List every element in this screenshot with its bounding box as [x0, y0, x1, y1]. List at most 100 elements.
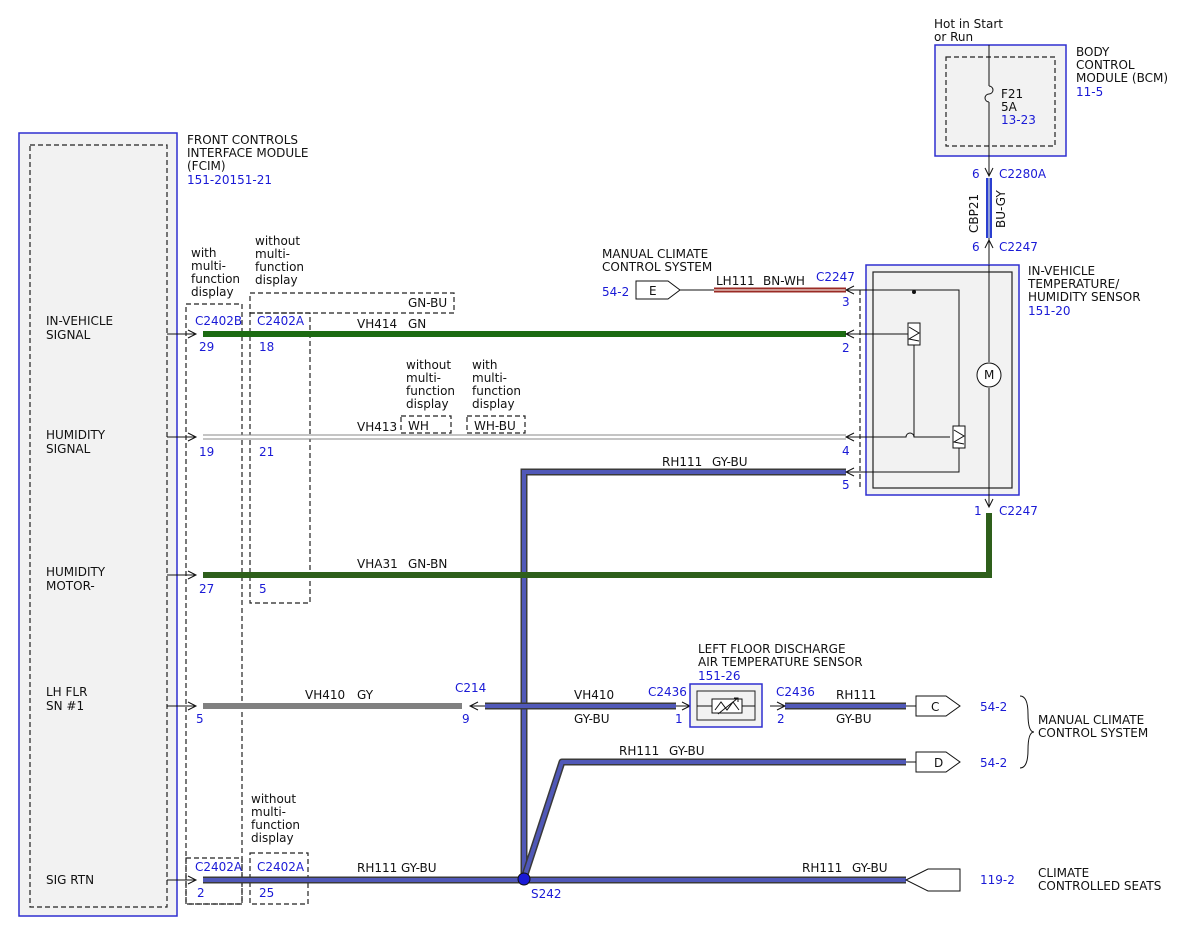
note-with-4: display	[191, 285, 234, 299]
pin-vh414-b: 29	[199, 340, 214, 354]
pin-vha31-a: 5	[259, 582, 267, 596]
brace-icon	[1019, 695, 1035, 769]
pin-label-lh-flr-2: SN #1	[46, 699, 84, 713]
sensor-title-2: TEMPERATURE/	[1027, 277, 1120, 291]
fcim-title-2: INTERFACE MODULE	[187, 146, 308, 160]
connector-c2436-left: C2436	[648, 685, 687, 699]
lfdat-ref: 151-26	[698, 669, 741, 683]
motor-symbol: M	[984, 368, 994, 382]
label-vh410-right-circuit: VH410	[574, 688, 614, 702]
pin-label-humidity-2: SIGNAL	[46, 442, 91, 456]
bcm-ref: 11-5	[1076, 85, 1103, 99]
label-rh111-bottom-circuit: RH111	[357, 861, 397, 875]
connector-c214: C214	[455, 681, 486, 695]
splice-label: S242	[531, 887, 562, 901]
flag-d-label: D	[934, 756, 943, 770]
fcim-title-3: (FCIM)	[187, 159, 226, 173]
note-without-3: function	[255, 260, 304, 274]
lfdat-arrow-left	[676, 701, 692, 711]
note-bottom-without-1: without	[251, 792, 296, 806]
note-with-2: multi-	[191, 259, 226, 273]
note-without-4: display	[255, 273, 298, 287]
wire-rh111-top-outline	[520, 468, 846, 878]
pin-vh413-a: 21	[259, 445, 274, 459]
sensor-pin-4: 4	[842, 444, 850, 458]
pin-label-humidity-1: HUMIDITY	[46, 428, 106, 442]
label-vh413-circuit: VH413	[357, 420, 397, 434]
sensor-junction	[912, 290, 916, 294]
pin-c2436-left: 1	[675, 712, 683, 726]
flag-seats	[904, 868, 961, 892]
cbp21-circuit: CBP21	[967, 194, 981, 233]
note-wh-with-3: function	[472, 384, 521, 398]
pin-c2247-top: 6	[972, 240, 980, 254]
label-vha31-color: GN-BN	[408, 557, 447, 571]
note-wh-without-2: multi-	[406, 371, 441, 385]
sensor-pin-2: 2	[842, 341, 850, 355]
lfdat-title-1: LEFT FLOOR DISCHARGE	[698, 642, 846, 656]
connector-c2247-lh: C2247	[816, 270, 855, 284]
flag-c-label: C	[931, 700, 939, 714]
label-vh410-color: GY	[357, 688, 374, 702]
pin-rh111-bottom-a: 2	[197, 886, 205, 900]
label-lh111-circuit: LH111	[716, 274, 755, 288]
sensor-ref: 151-20	[1028, 304, 1071, 318]
fcim-module-box	[18, 132, 178, 917]
fcim-title-1: FRONT CONTROLS	[187, 133, 298, 147]
cbp21-color: BU-GY	[994, 190, 1008, 228]
flag-d-ref: 54-2	[980, 756, 1007, 770]
label-vh414-circuit: VH414	[357, 317, 397, 331]
note-without-2: multi-	[255, 247, 290, 261]
sensor-title-3: HUMIDITY SENSOR	[1028, 290, 1141, 304]
fcim-ref: 151-20151-21	[187, 173, 272, 187]
label-vh410-right-color: GY-BU	[574, 712, 610, 726]
connector-c2402a-bottom-2: C2402A	[257, 860, 305, 874]
pin-vh414-a: 18	[259, 340, 274, 354]
connector-c2402b: C2402B	[195, 314, 242, 328]
pin-label-sig-rtn: SIG RTN	[46, 873, 94, 887]
note-wh-with-4: display	[472, 397, 515, 411]
bcm-title-1: BODY	[1076, 45, 1110, 59]
c2280a-arrow	[984, 156, 994, 178]
pin-vh410: 5	[196, 712, 204, 726]
note-with-1: with	[191, 246, 216, 260]
sensor-title-1: IN-VEHICLE	[1028, 264, 1095, 278]
note-bottom-without-2: multi-	[251, 805, 286, 819]
sensor-pin-5: 5	[842, 478, 850, 492]
label-rh111-seats-circuit: RH111	[802, 861, 842, 875]
fuse-rating: 5A	[1001, 100, 1018, 114]
flag-c-ref: 54-2	[980, 700, 1007, 714]
c2247-top-arrow	[984, 238, 994, 265]
connector-c2402a-bottom-1: C2402A	[195, 860, 243, 874]
label-rh111-d-color: GY-BU	[669, 744, 705, 758]
lfdat-sensor: LEFT FLOOR DISCHARGE AIR TEMPERATURE SEN…	[676, 642, 863, 728]
label-vh413-wh: WH	[408, 419, 429, 433]
bcm-title-2: CONTROL	[1076, 58, 1135, 72]
cbp21-feed: 6 C2280A CBP21 BU-GY 6 C2247	[967, 156, 1047, 265]
wire-rh111-d	[522, 760, 906, 879]
fuse-name: F21	[1001, 87, 1023, 101]
note-wh-with-2: multi-	[472, 371, 507, 385]
pin-label-in-vehicle-2: SIGNAL	[46, 328, 91, 342]
wire-rh111-d-outline	[520, 758, 906, 880]
fuse-ref: 13-23	[1001, 113, 1036, 127]
c2402b-with-mfd-box	[185, 303, 243, 905]
mccs-right-title-2: CONTROL SYSTEM	[1038, 726, 1148, 740]
note-wh-without-3: function	[406, 384, 455, 398]
label-vh410-circuit: VH410	[305, 688, 345, 702]
note-wh-with-1: with	[472, 358, 497, 372]
label-rh111-bottom-color: GY-BU	[401, 861, 437, 875]
splice-dot	[517, 872, 531, 886]
seats-title-1: CLIMATE	[1038, 866, 1089, 880]
flag-e	[635, 280, 681, 300]
connector-c2247-top: C2247	[999, 240, 1038, 254]
mccs-top-title-2: CONTROL SYSTEM	[602, 260, 712, 274]
label-vha31-circuit: VHA31	[357, 557, 398, 571]
connector-c2247-bottom: C2247	[999, 504, 1038, 518]
mccs-top-ref: 54-2	[602, 285, 629, 299]
note-bottom-without-4: display	[251, 831, 294, 845]
mccs-top-title-1: MANUAL CLIMATE	[602, 247, 708, 261]
in-vehicle-sensor: M 3 2 4 5 1 C2247 IN-VEHICLE TEMPERATURE…	[842, 264, 1141, 518]
wiring-diagram: FRONT CONTROLS INTERFACE MODULE (FCIM) 1…	[18, 17, 1168, 917]
lfdat-title-2: AIR TEMPERATURE SENSOR	[698, 655, 863, 669]
